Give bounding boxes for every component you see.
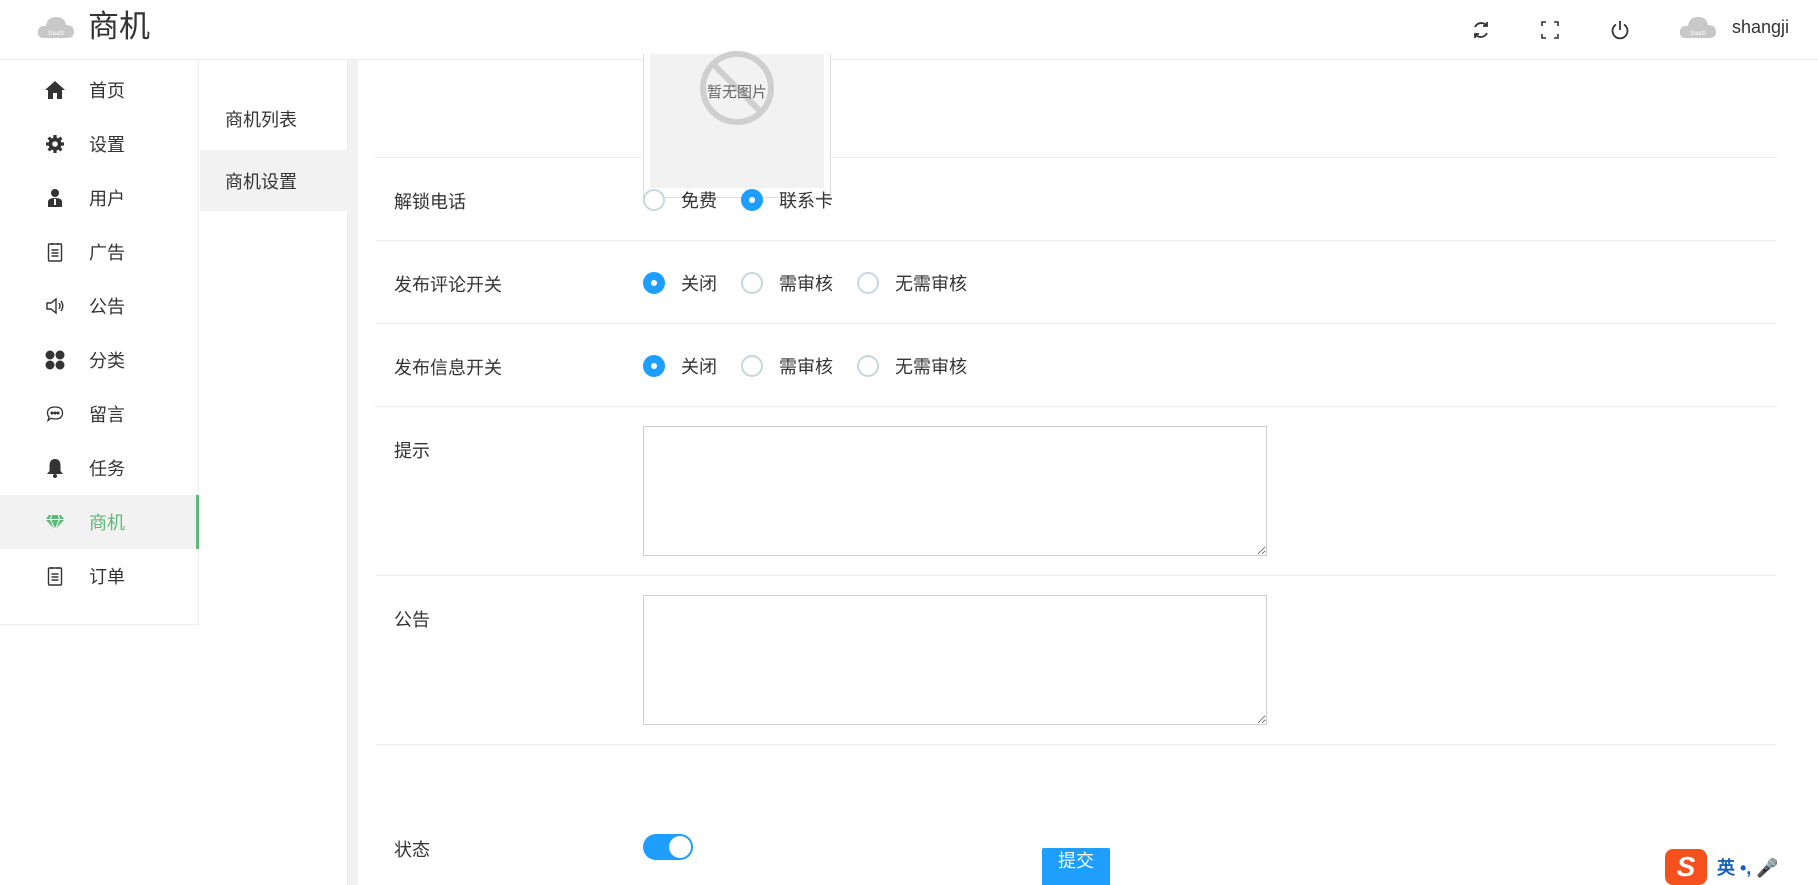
sidebar-item-category[interactable]: 分类 [0, 333, 199, 387]
tip-textarea[interactable] [643, 426, 1267, 556]
radio-comment-review[interactable]: 需审核 [741, 270, 833, 296]
comment-switch-radio-group: 关闭 需审核 无需审核 [643, 270, 991, 296]
form-row-comment-switch: 发布评论开关 关闭 需审核 无需审核 [375, 241, 1777, 324]
sidebar-item-message[interactable]: 留言 [0, 387, 199, 441]
form-row-image: 暂无图片 [375, 51, 1777, 198]
sidebar-item-label: 任务 [89, 459, 125, 479]
sub-sidebar: 商机列表 商机设置 [200, 60, 348, 885]
avatar: SaaS [1679, 17, 1716, 38]
status-toggle[interactable] [643, 834, 693, 860]
radio-circle [857, 272, 879, 294]
sidebar-item-label: 广告 [89, 243, 125, 263]
sidebar-item-users[interactable]: 用户 [0, 171, 199, 225]
username: shangji [1732, 16, 1790, 37]
radio-label: 无需审核 [895, 274, 967, 294]
cloud-logo-icon: SaaS [37, 17, 74, 38]
radio-label: 需审核 [779, 274, 833, 294]
ime-logo-icon: S [1665, 848, 1707, 885]
sidebar-item-label: 用户 [89, 189, 125, 209]
notice-label: 公告 [394, 610, 430, 630]
unlock-phone-label: 解锁电话 [394, 192, 466, 212]
sidebar-item-label: 设置 [89, 135, 125, 155]
sidebar-item-label: 订单 [89, 567, 125, 587]
bell-icon [44, 457, 66, 479]
top-header: SaaS 商机 SaaS shangji [0, 0, 1818, 60]
sidebar-item-home[interactable]: 首页 [0, 63, 199, 117]
ime-status-text: 英 •, 🎤 [1717, 857, 1779, 878]
sidebar-item-ads[interactable]: 广告 [0, 225, 199, 279]
radio-circle [643, 355, 665, 377]
radio-circle [643, 189, 665, 211]
submit-button[interactable]: 提交 [1042, 848, 1110, 885]
form-row-tip: 提示 [375, 407, 1777, 576]
sidebar-item-settings[interactable]: 设置 [0, 117, 199, 171]
radio-comment-off[interactable]: 关闭 [643, 270, 717, 296]
status-label: 状态 [394, 840, 430, 860]
radio-circle [741, 189, 763, 211]
radio-info-off[interactable]: 关闭 [643, 353, 717, 379]
sidebar-item-label: 商机 [89, 513, 125, 533]
radio-label: 无需审核 [895, 357, 967, 377]
speaker-icon [44, 295, 66, 317]
radio-circle [857, 355, 879, 377]
radio-circle [741, 355, 763, 377]
chat-icon [44, 403, 66, 425]
logo-badge: SaaS [48, 30, 65, 37]
main-sidebar: 首页 设置 用户 广告 公告 分类 留言 任务 商机 订单 [0, 60, 199, 625]
subnav-item-business-list[interactable]: 商机列表 [200, 88, 348, 149]
form-row-notice: 公告 [375, 576, 1777, 745]
fullscreen-icon[interactable] [1534, 14, 1566, 46]
radio-contact-card[interactable]: 联系卡 [741, 187, 833, 213]
app-title: 商机 [88, 9, 150, 44]
radio-comment-no-review[interactable]: 无需审核 [857, 270, 967, 296]
info-switch-radio-group: 关闭 需审核 无需审核 [643, 353, 991, 379]
radio-label: 需审核 [779, 357, 833, 377]
user-menu[interactable]: SaaS shangji [1678, 12, 1789, 42]
sidebar-item-label: 首页 [89, 81, 125, 101]
category-icon [44, 349, 66, 371]
ime-toolbar[interactable]: S 英 •, 🎤 [1665, 848, 1818, 885]
user-icon [44, 187, 66, 209]
settings-form: 暂无图片 解锁电话 免费 联系卡 发布评论开关 关闭 需审核 无需审核 发布信息… [358, 51, 1818, 885]
radio-circle [741, 272, 763, 294]
power-icon[interactable] [1604, 14, 1636, 46]
avatar-badge: SaaS [1690, 30, 1707, 37]
form-row-unlock-phone: 解锁电话 免费 联系卡 [375, 158, 1777, 241]
form-row-status: 状态 [375, 745, 1777, 860]
radio-free[interactable]: 免费 [643, 187, 717, 213]
refresh-icon[interactable] [1465, 14, 1497, 46]
notice-textarea[interactable] [643, 595, 1267, 725]
radio-label: 联系卡 [779, 191, 833, 211]
tip-label: 提示 [394, 441, 430, 461]
sidebar-item-business[interactable]: 商机 [0, 495, 199, 549]
sidebar-item-label: 分类 [89, 351, 125, 371]
sidebar-item-orders[interactable]: 订单 [0, 549, 199, 603]
radio-label: 关闭 [681, 357, 717, 377]
diamond-icon [44, 511, 66, 533]
info-switch-label: 发布信息开关 [394, 358, 502, 378]
home-icon [44, 79, 66, 101]
subnav-item-business-settings[interactable]: 商机设置 [200, 150, 348, 211]
unlock-phone-radio-group: 免费 联系卡 [643, 187, 857, 213]
document-icon [44, 565, 66, 587]
document-icon [44, 241, 66, 263]
radio-circle [643, 272, 665, 294]
sidebar-item-notice[interactable]: 公告 [0, 279, 199, 333]
sidebar-item-label: 公告 [89, 297, 125, 317]
content-divider [348, 60, 358, 885]
logo[interactable]: SaaS 商机 [36, 9, 150, 44]
radio-label: 免费 [681, 191, 717, 211]
radio-info-no-review[interactable]: 无需审核 [857, 353, 967, 379]
submit-button-label: 提交 [1058, 851, 1094, 871]
comment-switch-label: 发布评论开关 [394, 275, 502, 295]
radio-info-review[interactable]: 需审核 [741, 353, 833, 379]
radio-label: 关闭 [681, 274, 717, 294]
no-image-text: 暂无图片 [706, 84, 767, 101]
sidebar-item-label: 留言 [89, 405, 125, 425]
form-row-info-switch: 发布信息开关 关闭 需审核 无需审核 [375, 324, 1777, 407]
gear-icon [44, 133, 66, 155]
sidebar-item-task[interactable]: 任务 [0, 441, 199, 495]
toggle-knob [669, 836, 691, 858]
